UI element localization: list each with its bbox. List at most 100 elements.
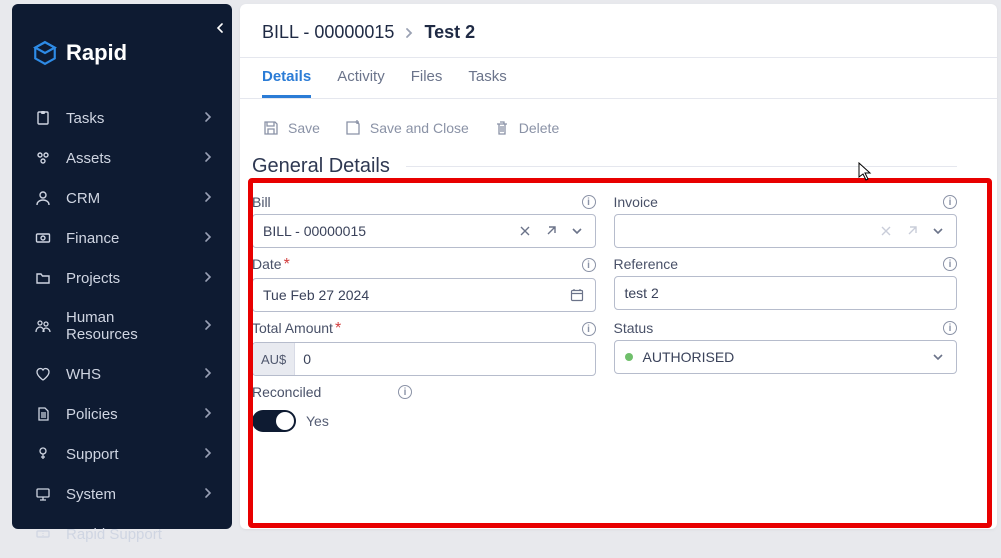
brand-logo: Rapid: [12, 4, 232, 94]
save-and-close-button[interactable]: Save and Close: [344, 119, 469, 137]
invoice-lookup-input[interactable]: [614, 214, 958, 248]
brand-name: Rapid: [66, 40, 127, 66]
sidebar-item-system[interactable]: System: [12, 474, 232, 514]
sidebar-item-label: Policies: [66, 406, 188, 423]
chevron-right-icon: [202, 407, 216, 421]
info-icon[interactable]: i: [943, 195, 957, 209]
chevron-right-icon: [202, 231, 216, 245]
open-link-icon[interactable]: [541, 221, 561, 241]
input-value: 0: [303, 351, 586, 367]
breadcrumb-parent[interactable]: BILL - 00000015: [262, 22, 394, 43]
logo-mark-icon: [32, 40, 58, 66]
info-icon[interactable]: i: [943, 257, 957, 271]
field-label: Invoice: [614, 194, 658, 210]
toolbar-label: Save: [288, 120, 320, 136]
status-dot-icon: [625, 353, 633, 361]
people-icon: [34, 317, 52, 335]
sidebar-item-label: WHS: [66, 366, 188, 383]
document-icon: [34, 405, 52, 423]
chevron-right-icon: [202, 191, 216, 205]
money-icon: [34, 229, 52, 247]
heart-icon: [34, 365, 52, 383]
info-icon[interactable]: i: [398, 385, 412, 399]
field-invoice: Invoice i: [614, 194, 958, 248]
sidebar-item-label: Human Resources: [66, 309, 188, 343]
tab-details[interactable]: Details: [262, 68, 311, 98]
sidebar-item-whs[interactable]: WHS: [12, 354, 232, 394]
chevron-down-icon[interactable]: [567, 221, 587, 241]
field-date: Date* i Tue Feb 27 2024: [252, 256, 596, 312]
sidebar-item-policies[interactable]: Policies: [12, 394, 232, 434]
required-indicator: *: [335, 320, 341, 337]
toggle-knob: [276, 412, 294, 430]
sidebar-collapse-button[interactable]: [212, 20, 228, 36]
info-icon[interactable]: i: [582, 258, 596, 272]
chevron-down-icon[interactable]: [928, 221, 948, 241]
sidebar-item-rapid-support[interactable]: Rapid Support: [12, 514, 232, 554]
divider: [406, 166, 957, 167]
required-indicator: *: [284, 256, 290, 273]
ticket-icon: [34, 525, 52, 543]
sidebar-item-tasks[interactable]: Tasks: [12, 98, 232, 138]
sidebar-item-label: Projects: [66, 270, 188, 287]
sidebar-item-assets[interactable]: Assets: [12, 138, 232, 178]
total-amount-input[interactable]: AU$ 0: [252, 342, 596, 376]
chevron-right-icon: [202, 151, 216, 165]
toolbar: Save Save and Close Delete: [240, 99, 997, 147]
clear-icon[interactable]: [515, 221, 535, 241]
date-input[interactable]: Tue Feb 27 2024: [252, 278, 596, 312]
delete-button[interactable]: Delete: [493, 119, 559, 137]
field-label: Bill: [252, 194, 271, 210]
info-icon[interactable]: i: [943, 321, 957, 335]
clipboard-icon: [34, 109, 52, 127]
sidebar-item-projects[interactable]: Projects: [12, 258, 232, 298]
field-reconciled: Reconciled i Yes: [252, 384, 596, 432]
sidebar-item-crm[interactable]: CRM: [12, 178, 232, 218]
form-grid: Bill i BILL - 00000015 Invoice i: [252, 194, 957, 432]
reconciled-toggle[interactable]: [252, 410, 296, 432]
sidebar-item-label: CRM: [66, 190, 188, 207]
sidebar-item-label: Finance: [66, 230, 188, 247]
info-icon[interactable]: i: [582, 195, 596, 209]
chevron-right-icon: [202, 271, 216, 285]
field-reference: Reference i test 2: [614, 256, 958, 312]
person-icon: [34, 189, 52, 207]
tab-tasks[interactable]: Tasks: [468, 68, 506, 98]
sidebar-item-finance[interactable]: Finance: [12, 218, 232, 258]
sidebar-nav: Tasks Assets CRM Finance Projects Human …: [12, 94, 232, 558]
sidebar-item-label: Tasks: [66, 110, 188, 127]
chevron-right-icon: [202, 319, 216, 333]
info-icon[interactable]: i: [582, 322, 596, 336]
calendar-icon[interactable]: [567, 285, 587, 305]
tab-files[interactable]: Files: [411, 68, 443, 98]
input-value: test 2: [625, 285, 949, 301]
chevron-right-icon: [202, 487, 216, 501]
tab-bar: Details Activity Files Tasks: [240, 58, 997, 98]
toolbar-label: Delete: [519, 120, 559, 136]
clear-icon: [876, 221, 896, 241]
field-label: Reference: [614, 256, 679, 272]
assets-icon: [34, 149, 52, 167]
sidebar-item-label: System: [66, 486, 188, 503]
toolbar-label: Save and Close: [370, 120, 469, 136]
input-value: BILL - 00000015: [263, 223, 509, 239]
sidebar-item-support[interactable]: Support: [12, 434, 232, 474]
input-value: Tue Feb 27 2024: [263, 287, 561, 303]
field-total-amount: Total Amount* i AU$ 0: [252, 320, 596, 376]
chevron-down-icon[interactable]: [928, 347, 948, 367]
bill-lookup-input[interactable]: BILL - 00000015: [252, 214, 596, 248]
content-area: General Details Bill i BILL - 00000015: [240, 147, 997, 452]
folder-icon: [34, 269, 52, 287]
open-link-icon: [902, 221, 922, 241]
system-icon: [34, 485, 52, 503]
save-icon: [262, 119, 280, 137]
sidebar-item-label: Rapid Support: [66, 526, 216, 543]
chevron-right-icon: [202, 447, 216, 461]
breadcrumb-current: Test 2: [424, 22, 475, 43]
save-button[interactable]: Save: [262, 119, 320, 137]
reference-input[interactable]: test 2: [614, 276, 958, 310]
section-header: General Details: [252, 155, 957, 178]
sidebar-item-hr[interactable]: Human Resources: [12, 298, 232, 354]
status-select[interactable]: AUTHORISED: [614, 340, 958, 374]
tab-activity[interactable]: Activity: [337, 68, 385, 98]
